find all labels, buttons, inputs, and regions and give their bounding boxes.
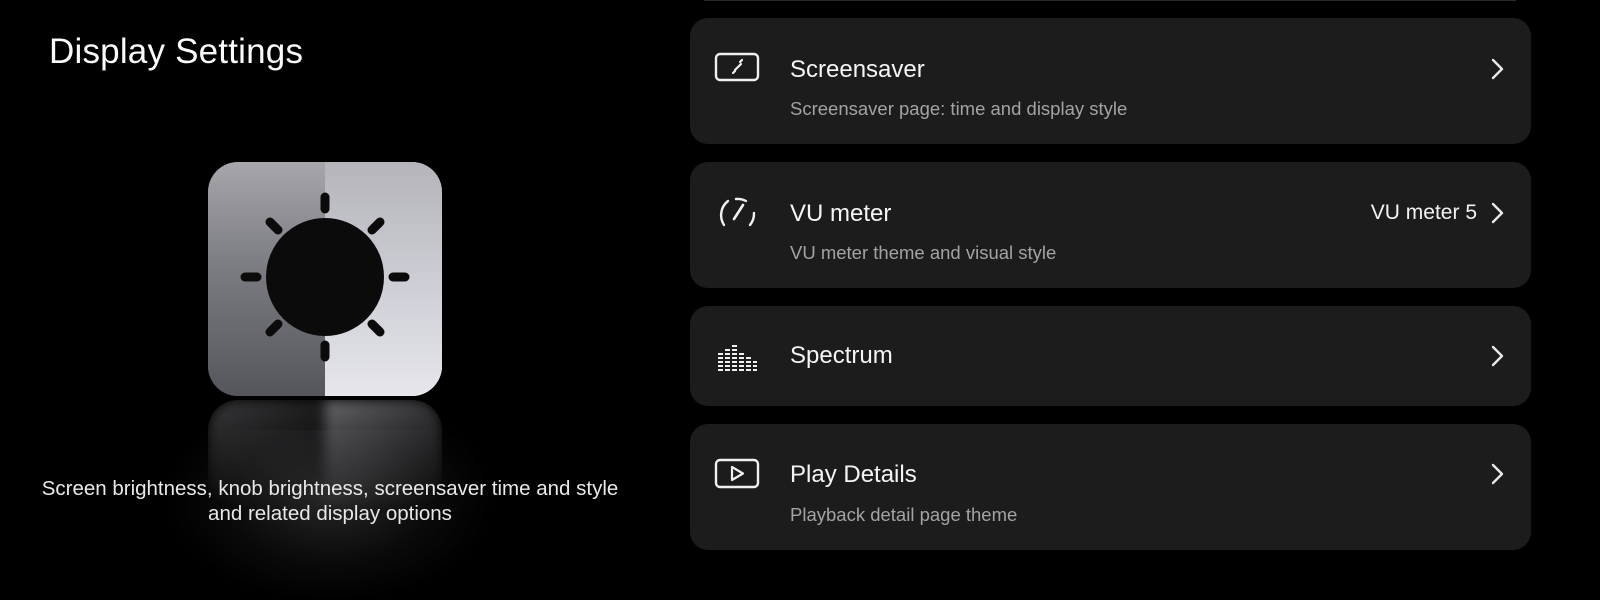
setting-subtitle: VU meter theme and visual style xyxy=(790,242,1057,263)
display-settings-page: Display Settings Screen brightness, knob… xyxy=(0,0,1600,600)
setting-title: Play Details xyxy=(790,461,917,488)
page-title: Display Settings xyxy=(49,32,304,71)
chevron-right-icon xyxy=(1491,202,1504,224)
setting-subtitle: Playback detail page theme xyxy=(790,504,1018,525)
chevron-right-icon xyxy=(1491,58,1504,80)
previous-card-edge xyxy=(704,0,1516,1)
setting-item-spectrum[interactable]: Spectrum xyxy=(690,306,1531,406)
setting-title: VU meter xyxy=(790,200,892,227)
setting-title: Spectrum xyxy=(790,342,893,369)
page-description: Screen brightness, knob brightness, scre… xyxy=(41,477,619,525)
brightness-sun-icon xyxy=(240,192,410,362)
setting-item-screensaver[interactable]: Screensaver Screensaver page: time and d… xyxy=(690,18,1531,144)
setting-item-vu-meter[interactable]: VU meter VU meter theme and visual style… xyxy=(690,162,1531,288)
chevron-right-icon xyxy=(1491,463,1504,485)
brightness-hero xyxy=(208,162,442,510)
chevron-right-icon xyxy=(1491,345,1504,367)
setting-value: VU meter 5 xyxy=(1370,201,1477,224)
spectrum-icon xyxy=(714,333,760,379)
vu-meter-icon xyxy=(714,188,760,234)
setting-subtitle: Screensaver page: time and display style xyxy=(790,98,1128,119)
setting-item-play-details[interactable]: Play Details Playback detail page theme xyxy=(690,424,1531,550)
screensaver-icon xyxy=(714,46,760,92)
setting-title: Screensaver xyxy=(790,56,925,83)
play-icon xyxy=(714,451,760,497)
